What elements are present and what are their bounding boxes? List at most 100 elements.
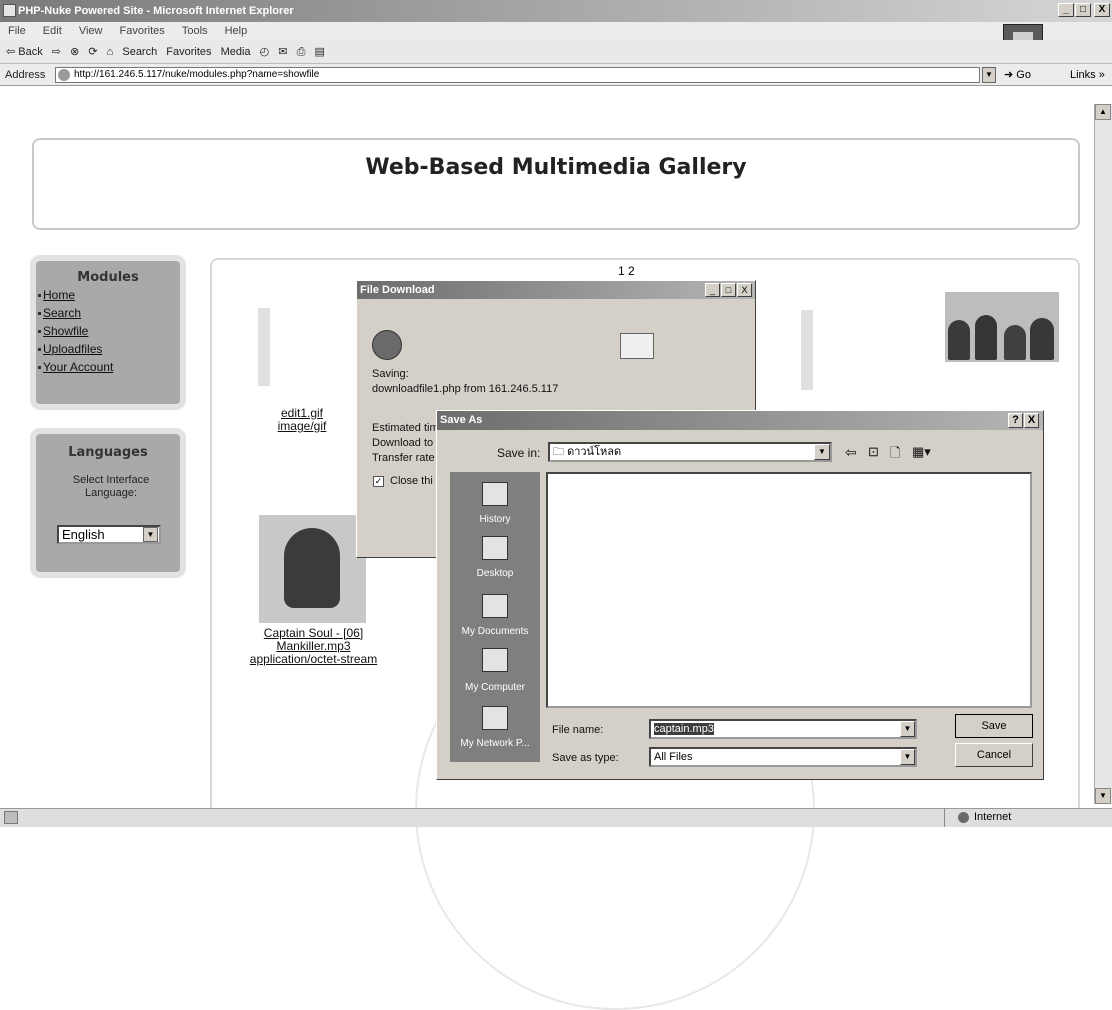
place-desktop[interactable]: Desktop bbox=[450, 568, 540, 579]
dialog-help-button[interactable]: ? bbox=[1008, 413, 1023, 428]
stop-icon[interactable]: ⊗ bbox=[70, 40, 79, 64]
save-as-type-select[interactable]: All Files bbox=[649, 747, 917, 767]
site-header-box bbox=[32, 138, 1080, 230]
mail-icon[interactable]: ✉ bbox=[278, 40, 287, 64]
go-label: Go bbox=[1016, 69, 1031, 81]
back-arrow-icon[interactable]: ⇦ bbox=[845, 444, 857, 461]
bullet-icon bbox=[38, 312, 41, 315]
place-history[interactable]: History bbox=[450, 514, 540, 525]
folder-icon bbox=[620, 333, 654, 359]
download-to-label: Download to bbox=[372, 437, 434, 449]
menu-tools[interactable]: Tools bbox=[182, 25, 208, 37]
modules-title: Modules bbox=[77, 270, 139, 285]
save-in-select[interactable]: 🗀 ดาวน์โหลด bbox=[548, 442, 832, 462]
place-my-computer[interactable]: My Computer bbox=[450, 682, 540, 693]
download-source: downloadfile1.php from 161.246.5.117 bbox=[372, 383, 559, 395]
band-member-figure bbox=[1004, 325, 1026, 360]
menu-favorites[interactable]: Favorites bbox=[120, 25, 165, 37]
desktop-icon[interactable] bbox=[482, 536, 508, 560]
chevron-down-icon[interactable]: ▼ bbox=[143, 527, 158, 542]
menu-file[interactable]: File bbox=[8, 25, 26, 37]
new-folder-icon[interactable]: 🗋 bbox=[890, 444, 900, 466]
gallery-item-type[interactable]: image/gif bbox=[262, 420, 342, 433]
home-icon[interactable]: ⌂ bbox=[107, 40, 114, 64]
menu-view[interactable]: View bbox=[79, 25, 103, 37]
maximize-button[interactable]: □ bbox=[1075, 3, 1091, 17]
transfer-rate-label: Transfer rate bbox=[372, 452, 435, 464]
vertical-scrollbar[interactable] bbox=[1094, 104, 1112, 804]
save-as-type-label: Save as type: bbox=[552, 752, 619, 764]
module-link-search[interactable]: Search bbox=[43, 306, 81, 320]
network-places-icon[interactable] bbox=[482, 706, 508, 730]
window-titlebar: PHP-Nuke Powered Site - Microsoft Intern… bbox=[0, 0, 1112, 22]
refresh-icon[interactable]: ⟳ bbox=[88, 40, 97, 64]
standard-toolbar: ⇦ Back ⇨ ⊗ ⟳ ⌂ Search Favorites Media ◴ … bbox=[0, 40, 1112, 64]
chevron-down-icon[interactable]: ▼ bbox=[900, 749, 915, 765]
place-network[interactable]: My Network P... bbox=[450, 738, 540, 749]
language-prompt-line1: Select Interface bbox=[72, 474, 150, 486]
address-label: Address bbox=[5, 69, 46, 81]
view-menu-icon[interactable]: ▦▾ bbox=[912, 444, 931, 460]
menu-edit[interactable]: Edit bbox=[43, 25, 62, 37]
window-title: PHP-Nuke Powered Site - Microsoft Intern… bbox=[18, 5, 294, 17]
chevron-down-icon[interactable]: ▼ bbox=[900, 721, 915, 737]
place-my-documents[interactable]: My Documents bbox=[450, 626, 540, 637]
links-button[interactable]: Links » bbox=[1070, 64, 1112, 86]
security-zone-label: Internet bbox=[974, 811, 1012, 823]
dialog-close-button[interactable]: X bbox=[737, 283, 752, 297]
gallery-item-type[interactable]: application/octet-stream bbox=[236, 653, 391, 666]
scroll-down-icon[interactable]: ▼ bbox=[1095, 788, 1111, 804]
back-button[interactable]: ⇦ Back bbox=[6, 40, 43, 64]
cancel-button[interactable]: Cancel bbox=[955, 743, 1033, 767]
close-window-button[interactable]: X bbox=[1094, 3, 1110, 17]
status-divider bbox=[944, 808, 945, 827]
my-documents-icon[interactable] bbox=[482, 594, 508, 618]
dialog-maximize-button[interactable]: □ bbox=[721, 283, 736, 297]
chevron-down-icon[interactable]: ▼ bbox=[814, 444, 830, 460]
history-icon[interactable]: ◴ bbox=[260, 40, 270, 64]
file-name-input[interactable]: captain.mp3 bbox=[649, 719, 917, 739]
languages-title: Languages bbox=[68, 445, 148, 460]
pagination[interactable]: 1 2 bbox=[618, 264, 635, 278]
module-link-showfile[interactable]: Showfile bbox=[43, 324, 88, 338]
print-icon[interactable]: ⎙ bbox=[297, 40, 306, 64]
address-input[interactable]: http://161.246.5.117/nuke/modules.php?na… bbox=[55, 67, 980, 83]
bullet-icon bbox=[38, 366, 41, 369]
address-dropdown-button[interactable]: ▼ bbox=[982, 67, 996, 83]
saving-label: Saving: bbox=[372, 368, 409, 380]
history-icon[interactable] bbox=[482, 482, 508, 506]
edit-icon[interactable]: ▤ bbox=[314, 40, 324, 64]
portrait-figure bbox=[284, 528, 340, 608]
module-link-uploadfiles[interactable]: Uploadfiles bbox=[43, 342, 102, 356]
save-button[interactable]: Save bbox=[955, 714, 1033, 738]
dialog-minimize-button[interactable]: _ bbox=[705, 283, 720, 297]
language-prompt-line2: Language: bbox=[85, 487, 137, 499]
search-button[interactable]: Search bbox=[122, 40, 157, 64]
scroll-up-icon[interactable]: ▲ bbox=[1095, 104, 1111, 120]
save-in-value: ดาวน์โหลด bbox=[567, 446, 622, 458]
close-when-done-checkbox[interactable]: ✓ bbox=[373, 476, 384, 487]
dialog-close-button[interactable]: X bbox=[1024, 413, 1039, 428]
module-link-home[interactable]: Home bbox=[43, 288, 75, 302]
bullet-icon bbox=[38, 330, 41, 333]
go-button[interactable]: ➜ Go bbox=[1004, 64, 1052, 86]
bullet-icon bbox=[38, 348, 41, 351]
image-thumbnail[interactable] bbox=[801, 310, 813, 390]
module-link-your-account[interactable]: Your Account bbox=[43, 360, 113, 374]
menu-help[interactable]: Help bbox=[225, 25, 248, 37]
page-icon bbox=[58, 69, 70, 81]
media-button[interactable]: Media bbox=[221, 40, 251, 64]
band-member-figure bbox=[1030, 318, 1054, 360]
forward-button[interactable]: ⇨ bbox=[52, 40, 61, 64]
bullet-icon bbox=[38, 294, 41, 297]
favorites-button[interactable]: Favorites bbox=[166, 40, 211, 64]
band-member-figure bbox=[948, 320, 970, 360]
file-list-pane[interactable] bbox=[546, 472, 1032, 708]
up-folder-icon[interactable]: ⊡ bbox=[868, 444, 879, 460]
internet-zone-icon bbox=[958, 812, 969, 823]
image-thumbnail[interactable] bbox=[258, 308, 270, 386]
minimize-button[interactable]: _ bbox=[1058, 3, 1074, 17]
status-bar bbox=[0, 808, 1112, 827]
my-computer-icon[interactable] bbox=[482, 648, 508, 672]
ie-app-icon bbox=[3, 4, 16, 17]
